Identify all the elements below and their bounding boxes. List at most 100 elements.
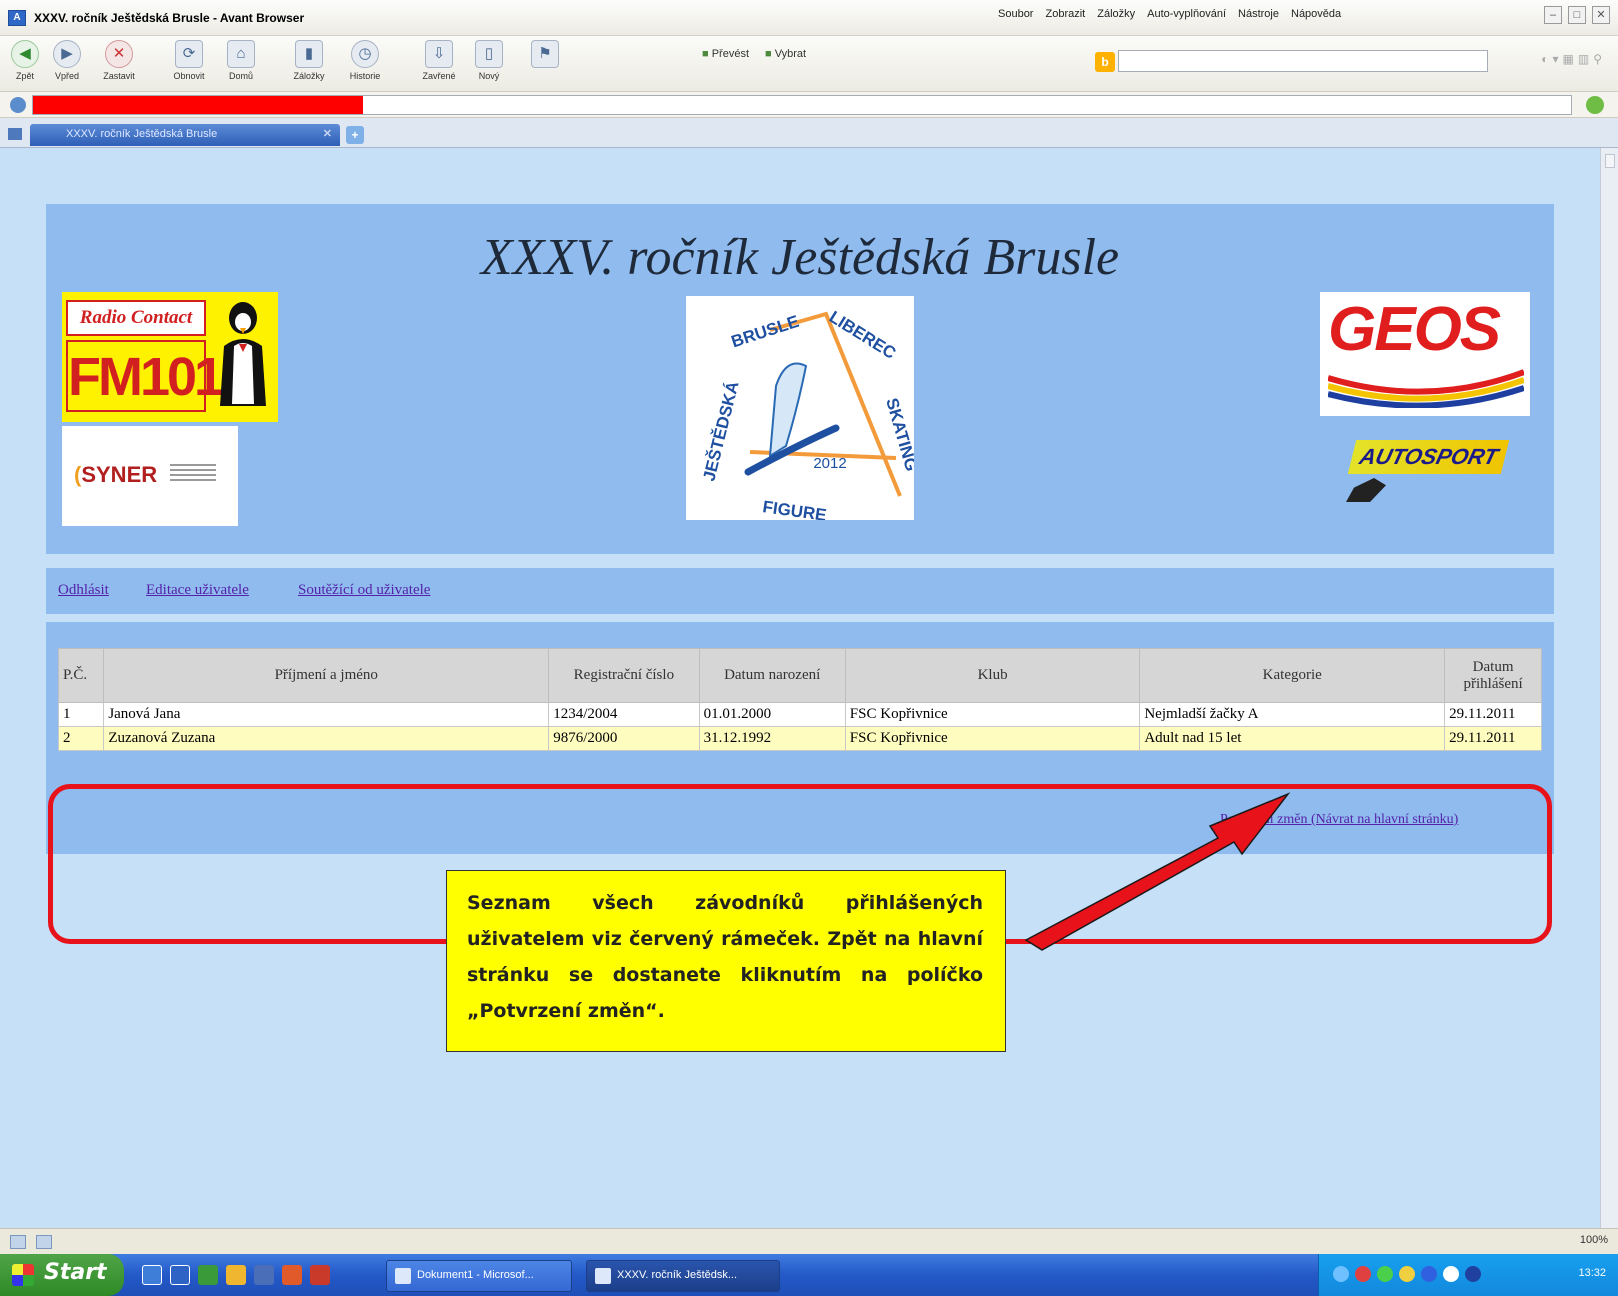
competitors-link[interactable]: Soutěžící od uživatele xyxy=(298,582,430,599)
app-icon[interactable] xyxy=(282,1265,302,1285)
vertical-scrollbar[interactable] xyxy=(1600,148,1618,1228)
radio-contact-logo: Radio Contact FM101,4 xyxy=(62,292,278,422)
new-tab-button[interactable]: ▯ Nový xyxy=(464,40,514,81)
clock[interactable]: 13:32 xyxy=(1578,1267,1606,1279)
maximize-button[interactable]: □ xyxy=(1568,6,1586,24)
closed-tabs-icon: ⇩ xyxy=(425,40,453,68)
menu-item-autofill[interactable]: Auto-vyplňování xyxy=(1147,8,1226,20)
table-header-row: P.Č. Příjmení a jméno Registrační číslo … xyxy=(57,648,1542,703)
forward-arrow-icon: ▶ xyxy=(53,40,81,68)
convert-button[interactable]: Převést xyxy=(702,48,749,60)
convert-toolbar: Převést Vybrat xyxy=(702,48,806,60)
tab-list-icon[interactable] xyxy=(8,128,22,140)
search-engine-icon[interactable]: b xyxy=(1095,52,1115,72)
refresh-button[interactable]: ⟳ Obnovit xyxy=(164,40,214,81)
page-header: XXXV. ročník Ještědská Brusle Radio Cont… xyxy=(46,204,1554,554)
window-controls: – □ ✕ xyxy=(1544,6,1610,24)
cell-club: FSC Kopřivnice xyxy=(844,702,1141,727)
tray-icon[interactable] xyxy=(1465,1266,1481,1282)
home-button[interactable]: ⌂ Domů xyxy=(216,40,266,81)
col-header-number: P.Č. xyxy=(57,648,105,703)
tab-bar: XXXV. ročník Ještědská Brusle ✕ + xyxy=(0,118,1618,148)
cell-signup-date: 29.11.2011 xyxy=(1444,702,1542,727)
menu-item-bookmarks[interactable]: Záložky xyxy=(1097,8,1135,20)
app-icon[interactable] xyxy=(254,1265,274,1285)
tray-icon[interactable] xyxy=(1421,1266,1437,1282)
logo-text-figure: FIGURE xyxy=(761,497,827,520)
address-bar xyxy=(0,92,1618,118)
tray-icon[interactable] xyxy=(1443,1266,1459,1282)
close-button[interactable]: ✕ xyxy=(1592,6,1610,24)
cell-registration: 1234/2004 xyxy=(548,702,700,727)
tray-icon[interactable] xyxy=(1333,1266,1349,1282)
syner-fine-print xyxy=(170,464,216,484)
geos-logo: GEOS xyxy=(1320,292,1530,416)
ie-icon[interactable] xyxy=(170,1265,190,1285)
stop-icon: ✕ xyxy=(105,40,133,68)
race-car-icon xyxy=(1346,478,1386,502)
toolbar-extra-icons[interactable]: ◐▾▦▥⚲ xyxy=(1541,52,1606,66)
czech-flag-icon: ⚑ xyxy=(531,40,559,68)
zoom-level[interactable]: 100% xyxy=(1580,1234,1608,1246)
close-tab-icon[interactable]: ✕ xyxy=(323,127,332,140)
edit-user-link[interactable]: Editace uživatele xyxy=(146,582,249,599)
taskbar-word-window[interactable]: Dokument1 - Microsof... xyxy=(386,1260,572,1292)
page-viewport: XXXV. ročník Ještědská Brusle Radio Cont… xyxy=(0,148,1618,1228)
cell-club: FSC Kopřivnice xyxy=(844,726,1141,751)
tray-icon[interactable] xyxy=(1355,1266,1371,1282)
autosport-logo: AUTOSPORT xyxy=(1342,432,1542,514)
taskbar-browser-window[interactable]: XXXV. ročník Ještědsk... xyxy=(586,1260,780,1292)
autosport-text: AUTOSPORT xyxy=(1347,440,1510,474)
minimize-button[interactable]: – xyxy=(1544,6,1562,24)
competitor-table: P.Č. Příjmení a jméno Registrační číslo … xyxy=(57,648,1542,751)
stop-button[interactable]: ✕ Zastavit xyxy=(94,40,144,81)
red-arrow-annotation xyxy=(1024,792,1291,951)
tab-label: XXXV. ročník Ještědská Brusle xyxy=(66,128,218,140)
menu-item-file[interactable]: Soubor xyxy=(998,8,1033,20)
cell-number: 1 xyxy=(57,702,105,727)
logout-link[interactable]: Odhlásit xyxy=(58,582,109,599)
status-left-icons xyxy=(10,1235,52,1249)
tab-jestedska-brusle[interactable]: XXXV. ročník Ještědská Brusle ✕ xyxy=(30,124,340,146)
start-button[interactable]: Start xyxy=(0,1254,124,1296)
menu-item-help[interactable]: Nápověda xyxy=(1291,8,1341,20)
tray-icons xyxy=(1333,1266,1481,1282)
redacted-url xyxy=(33,96,363,114)
avant-browser-icon[interactable] xyxy=(142,1265,162,1285)
closed-tabs-button[interactable]: ⇩ Zavřené xyxy=(414,40,464,81)
jestedska-brusle-logo: BRUSLE LIBEREC JEŠTĚDSKÁ SKATING FIGURE … xyxy=(686,296,921,525)
network-icon[interactable] xyxy=(36,1235,52,1249)
app-icon[interactable] xyxy=(310,1265,330,1285)
window-title: XXXV. ročník Ještědská Brusle - Avant Br… xyxy=(34,11,305,25)
tray-icon[interactable] xyxy=(1399,1266,1415,1282)
add-tab-icon[interactable]: + xyxy=(346,126,364,144)
app-icon[interactable] xyxy=(198,1265,218,1285)
page-icon[interactable] xyxy=(10,1235,26,1249)
search-input[interactable]: b xyxy=(1095,50,1488,72)
cell-category: Nejmladší žačky A xyxy=(1139,702,1446,727)
menu-item-view[interactable]: Zobrazit xyxy=(1045,8,1085,20)
col-header-birthdate: Datum narození xyxy=(698,648,846,703)
tray-icon[interactable] xyxy=(1377,1266,1393,1282)
window-titlebar: A XXXV. ročník Ještědská Brusle - Avant … xyxy=(0,0,1618,36)
history-button[interactable]: ◷ Historie xyxy=(340,40,390,81)
refresh-icon: ⟳ xyxy=(175,40,203,68)
cell-name: Zuzanová Zuzana xyxy=(103,726,550,751)
radio-frequency-text: FM101,4 xyxy=(66,340,263,412)
browser-toolbar: ◀ Zpět ▶ Vpřed ✕ Zastavit ⟳ Obnovit ⌂ Domů ▮ Z… xyxy=(0,36,1618,92)
col-header-club: Klub xyxy=(844,648,1141,703)
logo-text-brusle: BRUSLE xyxy=(729,312,801,352)
scrollbar-thumb[interactable] xyxy=(1605,154,1615,168)
menu-item-tools[interactable]: Nástroje xyxy=(1238,8,1279,20)
menu-bar: Soubor Zobrazit Záložky Auto-vyplňování … xyxy=(998,8,1341,20)
language-flag-button[interactable]: ⚑ xyxy=(520,40,570,71)
select-button[interactable]: Vybrat xyxy=(765,48,806,60)
forward-button[interactable]: ▶ Vpřed xyxy=(42,40,92,81)
go-icon[interactable] xyxy=(1586,96,1604,114)
folder-icon[interactable] xyxy=(226,1265,246,1285)
back-arrow-icon: ◀ xyxy=(11,40,39,68)
address-input[interactable] xyxy=(32,95,1572,115)
logo-text-jestedska: JEŠTĚDSKÁ xyxy=(699,379,742,483)
col-header-name: Příjmení a jméno xyxy=(103,648,550,703)
bookmarks-button[interactable]: ▮ Záložky xyxy=(284,40,334,81)
